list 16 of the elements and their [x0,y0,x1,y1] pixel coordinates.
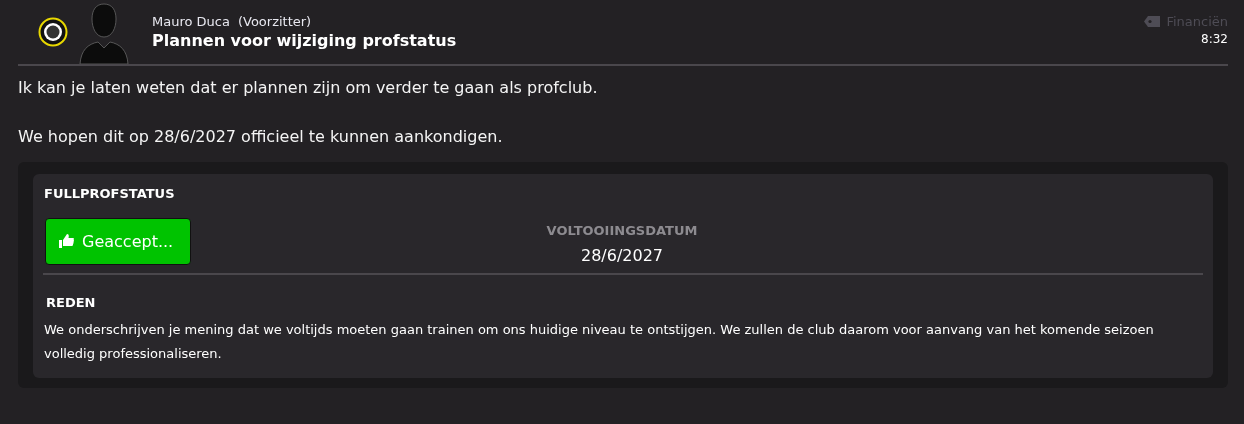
reason-text: We onderschrijven je mening dat we voltijds moeten gaan trainen om ons huidige niveau te ontstijgen. We zullen de club daarom voor aanvang van het komende seizoen volledig professionaliseren. [44,321,1155,363]
panel-title: FULLPROFSTATUS [44,186,176,201]
club-badge-icon [38,17,68,47]
message-subject: Plannen voor wijziging profstatus [152,31,458,50]
reason-title: REDEN [46,295,97,310]
thumbs-up-icon [58,233,74,249]
tag-icon [1144,16,1161,27]
message-paragraph: Ik kan je laten weten dat er plannen zijn om verder te gaan als profclub. [18,78,599,97]
sender-role: (Voorzitter) [237,14,312,29]
message-paragraph: We hopen dit op 28/6/2027 officieel te kunnen aankondigen. [18,127,504,146]
date-value: 28/6/2027 [580,246,663,265]
status-button[interactable]: Geaccept... [45,217,191,265]
person-silhouette-icon [76,2,132,64]
sender-name: Mauro Duca [152,14,230,29]
message-time: 8:32 [1201,32,1228,46]
date-label: VOLTOOIINGSDATUM [546,223,698,238]
